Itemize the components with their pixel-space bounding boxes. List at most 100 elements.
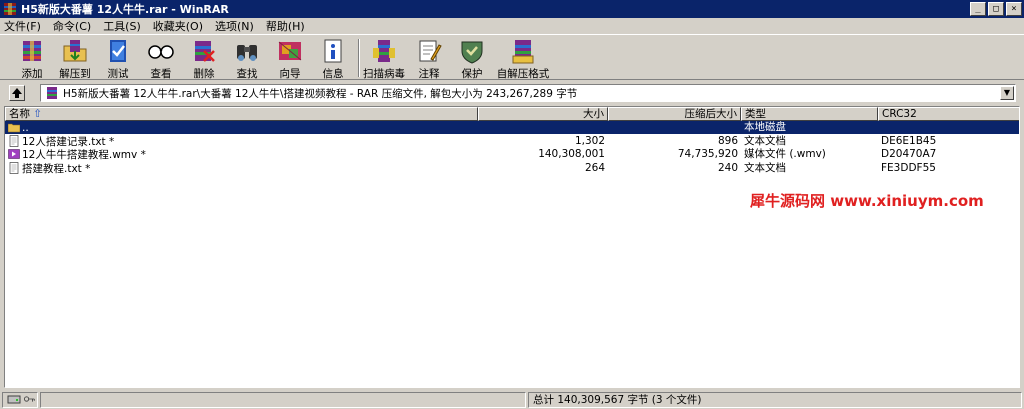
- delete-button[interactable]: 删除: [182, 37, 226, 80]
- folder-up-icon: [7, 121, 21, 133]
- cell-name: 搭建教程.txt *: [5, 161, 478, 175]
- text-file-icon: [8, 134, 20, 147]
- shield-icon: [461, 41, 483, 64]
- extract-to-button[interactable]: 解压到: [53, 37, 97, 80]
- wizard-icon: [278, 41, 302, 61]
- table-row[interactable]: 12人牛牛搭建教程.wmv * 140,308,001 74,735,920 媒体文件…: [5, 148, 1019, 161]
- path-dropdown-button[interactable]: ▼: [1000, 86, 1014, 100]
- column-name-label: 名称: [9, 108, 30, 120]
- scan-virus-icon: [373, 40, 395, 62]
- scan-virus-label: 扫描病毒: [363, 68, 405, 80]
- menu-bar: 文件(F) 命令(C) 工具(S) 收藏夹(O) 选项(N) 帮助(H): [0, 18, 1024, 34]
- toolbar-separator: [358, 39, 360, 77]
- column-name-header[interactable]: 名称 ⇧: [5, 107, 478, 121]
- protect-label: 保护: [461, 68, 483, 80]
- column-packed-header[interactable]: 压缩后大小: [608, 107, 741, 121]
- table-row[interactable]: .. 本地磁盘: [5, 121, 1019, 134]
- menu-help[interactable]: 帮助(H): [266, 18, 305, 34]
- video-file-icon: [8, 148, 20, 160]
- up-arrow-icon: [12, 88, 22, 98]
- sfx-button[interactable]: 自解压格式: [493, 37, 553, 80]
- list-header: 名称 ⇧ 大小 压缩后大小 类型 CRC32: [5, 107, 1019, 121]
- cell-crc: [878, 121, 1019, 134]
- cell-packed: [608, 121, 741, 134]
- table-row[interactable]: 搭建教程.txt * 264 240 文本文档 FE3DDF55: [5, 161, 1019, 175]
- status-selection-area: [40, 392, 526, 408]
- toolbar: 添加 解压到 测试 查看 删除 查找 向导 信息 扫描病毒 注释 保护 自解压格…: [0, 34, 1024, 80]
- text-file-icon: [8, 161, 20, 174]
- find-label: 查找: [236, 68, 258, 80]
- test-label: 测试: [107, 68, 129, 80]
- cell-type: 本地磁盘: [744, 121, 786, 133]
- sfx-icon: [512, 40, 534, 64]
- menu-favorites[interactable]: 收藏夹(O): [153, 18, 203, 34]
- cell-type: 媒体文件 (.wmv): [744, 148, 826, 160]
- test-archive-icon: [110, 40, 126, 62]
- window-title: H5新版大番薯 12人牛牛.rar - WinRAR: [21, 3, 229, 16]
- cell-size: [478, 121, 608, 134]
- glasses-icon: [148, 45, 174, 59]
- cell-size: 1,302: [574, 134, 605, 147]
- cell-name: 12人牛牛搭建教程.wmv *: [5, 148, 478, 161]
- cell-crc: DE6E1B45: [881, 134, 937, 147]
- cell-crc: D20470A7: [881, 148, 937, 160]
- comment-label: 注释: [418, 68, 440, 80]
- cell-packed: 896: [717, 134, 738, 147]
- add-button[interactable]: 添加: [10, 37, 54, 80]
- minimize-button[interactable]: _: [970, 2, 986, 16]
- delete-icon: [195, 41, 215, 62]
- title-bar[interactable]: H5新版大番薯 12人牛牛.rar - WinRAR _ □ ×: [0, 0, 1024, 18]
- status-total: 总计 140,309,567 字节 (3 个文件): [528, 392, 1022, 408]
- menu-options[interactable]: 选项(N): [215, 18, 254, 34]
- cell-name: 12人搭建记录.txt *: [5, 134, 478, 148]
- file-name: 12人搭建记录.txt *: [22, 135, 115, 148]
- path-text: H5新版大番薯 12人牛牛.rar\大番薯 12人牛牛\搭建视频教程 - RAR…: [63, 87, 578, 100]
- wizard-button[interactable]: 向导: [268, 37, 312, 80]
- menu-tools[interactable]: 工具(S): [103, 18, 141, 34]
- comment-icon: [419, 40, 442, 62]
- file-list[interactable]: 名称 ⇧ 大小 压缩后大小 类型 CRC32 .. 本地磁盘 12人搭建记录.txt…: [4, 106, 1020, 388]
- up-folder-button[interactable]: [9, 85, 25, 101]
- extract-folder-icon: [63, 40, 87, 62]
- address-bar: H5新版大番薯 12人牛牛.rar\大番薯 12人牛牛\搭建视频教程 - RAR…: [0, 82, 1024, 104]
- test-button[interactable]: 测试: [96, 37, 140, 80]
- table-row[interactable]: 12人搭建记录.txt * 1,302 896 文本文档 DE6E1B45: [5, 134, 1019, 148]
- info-button[interactable]: 信息: [311, 37, 355, 80]
- cell-name: ..: [5, 121, 478, 134]
- key-icon: [24, 396, 36, 402]
- cell-type: 文本文档: [744, 134, 786, 147]
- add-archive-icon: [23, 41, 41, 61]
- column-type-header[interactable]: 类型: [741, 107, 878, 121]
- maximize-button[interactable]: □: [988, 2, 1004, 16]
- menu-file[interactable]: 文件(F): [4, 18, 41, 34]
- cell-size: 264: [584, 161, 605, 174]
- sort-arrow-icon: ⇧: [33, 108, 43, 120]
- watermark-text: 犀牛源码网 www.xiniuym.com: [750, 192, 984, 210]
- path-combobox[interactable]: H5新版大番薯 12人牛牛.rar\大番薯 12人牛牛\搭建视频教程 - RAR…: [40, 84, 1016, 102]
- extract-to-label: 解压到: [59, 68, 91, 80]
- archive-icon: [47, 87, 57, 99]
- winrar-app-icon: [4, 3, 16, 15]
- scan-virus-button[interactable]: 扫描病毒: [361, 37, 407, 80]
- find-button[interactable]: 查找: [225, 37, 269, 80]
- wizard-label: 向导: [279, 68, 301, 80]
- delete-label: 删除: [193, 68, 215, 80]
- column-size-header[interactable]: 大小: [478, 107, 608, 121]
- status-drive-area: [2, 392, 38, 408]
- comment-button[interactable]: 注释: [407, 37, 451, 80]
- sfx-label: 自解压格式: [496, 68, 550, 80]
- cell-packed: 74,735,920: [677, 148, 738, 160]
- close-button[interactable]: ×: [1006, 2, 1022, 16]
- column-crc-header[interactable]: CRC32: [878, 107, 1019, 121]
- cell-size: 140,308,001: [538, 148, 605, 160]
- file-name: 12人牛牛搭建教程.wmv *: [22, 149, 146, 161]
- info-icon: [324, 39, 342, 63]
- binoculars-icon: [237, 45, 257, 61]
- menu-commands[interactable]: 命令(C): [53, 18, 91, 34]
- add-label: 添加: [21, 68, 43, 80]
- info-label: 信息: [322, 68, 344, 80]
- drive-icon: [7, 395, 21, 404]
- file-name: 搭建教程.txt *: [22, 162, 91, 175]
- protect-button[interactable]: 保护: [450, 37, 494, 80]
- view-button[interactable]: 查看: [139, 37, 183, 80]
